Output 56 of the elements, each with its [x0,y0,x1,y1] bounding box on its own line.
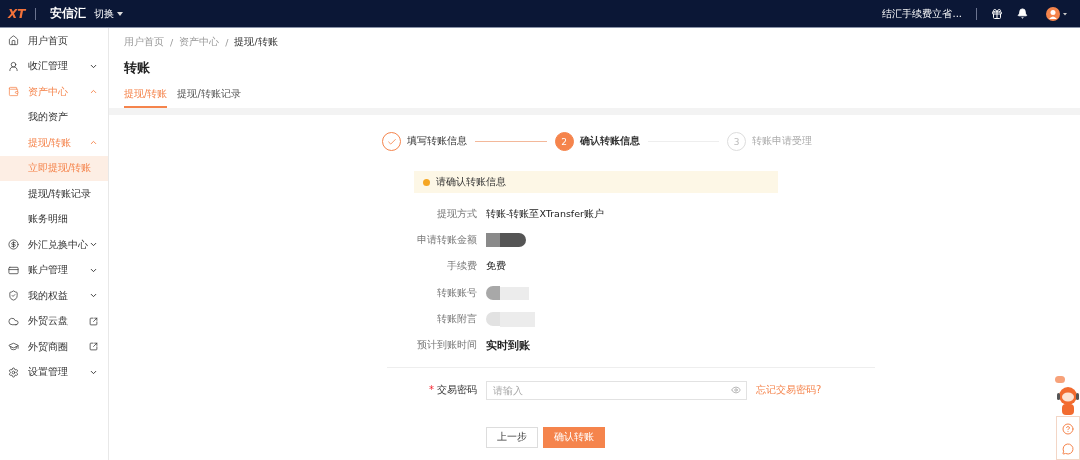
cloud-icon [8,315,19,327]
sidebar-item[interactable]: 账务明细 [0,206,108,232]
settings-icon [8,366,19,378]
mascot-drawing[interactable] [1055,376,1080,416]
check-icon [386,136,397,147]
field-label: 转账账号 [437,286,477,300]
password-field[interactable]: 请输入 [486,380,747,400]
breadcrumb-separator: / [170,37,174,48]
field-label: 预计到账时间 [417,339,477,353]
step-number: 3 [727,132,746,151]
shield-icon [8,290,19,302]
tab[interactable]: 提现/转账记录 [177,87,241,108]
page-title: 转账 [124,59,151,77]
redaction-mark [486,311,536,328]
graduation-cap-icon [8,341,19,353]
field-value: 转账-转账至XTransfer账户 [486,207,605,221]
sidebar-item[interactable]: 账户管理 [0,257,108,283]
step-label: 填写转账信息 [407,135,467,148]
bell-icon[interactable] [1017,8,1028,19]
sidebar-item[interactable]: 设置管理 [0,359,108,385]
step-number: 2 [554,132,574,151]
home-icon [8,35,19,47]
field-label: 提现方式 [437,207,477,221]
brand-name: 安信汇 [50,5,87,22]
sidebar-item[interactable]: 收汇管理 [0,53,108,79]
external-link-icon [89,316,98,326]
field-value: 实时到账 [486,338,531,353]
alert-text: 请确认转账信息 [436,175,506,189]
field-value: 免费 [486,260,507,274]
sidebar-item[interactable]: 我的权益 [0,283,108,309]
gift-icon[interactable] [991,7,1003,20]
sidebar-item[interactable]: 我的资产 [0,104,108,130]
field-label: 转账附言 [437,312,477,326]
sidebar-item[interactable]: 外汇兑换中心 [0,232,108,258]
switch-menu[interactable]: 切换 [94,6,124,21]
coin-icon [8,239,19,251]
step-label: 确认转账信息 [579,135,640,148]
notice-text[interactable]: 结汇手续费立省... [882,6,962,21]
external-link-icon [89,342,98,352]
user-icon [8,60,19,72]
field-label: * 交易密码 [429,383,477,398]
breadcrumb-separator: / [225,37,229,48]
field-label: 手续费 [447,260,477,274]
sidebar-item[interactable]: 外贸商圈 [0,334,108,360]
logo: XT [8,6,26,21]
wallet-icon [8,86,19,98]
avatar-icon[interactable] [1046,6,1068,21]
sidebar-item[interactable]: 外贸云盘 [0,308,108,334]
warning-icon [423,178,430,186]
step-label: 转账申请受理 [752,135,812,148]
card-icon [8,264,19,276]
back-button[interactable]: 上一步 [486,426,538,448]
sidebar-item[interactable]: 提现/转账记录 [0,181,108,207]
breadcrumb-link[interactable]: 提现/转账 [234,36,278,49]
field-label: 申请转账金额 [417,233,477,247]
sidebar-item[interactable]: 用户首页 [0,28,108,54]
